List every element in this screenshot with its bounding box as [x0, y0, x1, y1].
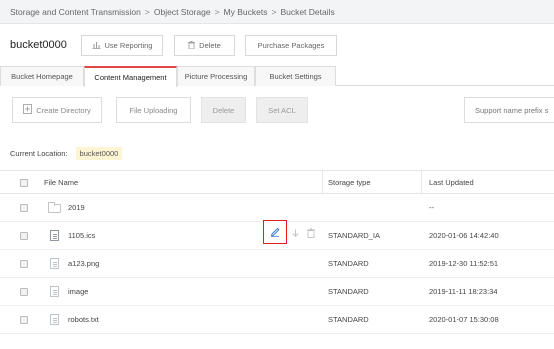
edit-button[interactable]: [263, 220, 287, 244]
breadcrumb-separator: >: [144, 6, 150, 17]
row-checkbox[interactable]: [20, 316, 28, 324]
select-all-checkbox[interactable]: [20, 179, 28, 187]
breadcrumb-item-object-storage[interactable]: Object Storage: [154, 7, 211, 17]
breadcrumb-item-bucket-details: Bucket Details: [280, 6, 335, 17]
row-checkbox[interactable]: [20, 260, 28, 268]
tab-label: Bucket Settings: [269, 72, 322, 81]
storage-type: STANDARD: [328, 315, 369, 324]
last-updated: --: [429, 203, 434, 212]
tab-bucket-settings[interactable]: Bucket Settings: [255, 66, 336, 86]
last-updated: 2019-12-30 11:52:51: [429, 259, 499, 268]
file-icon: [50, 314, 59, 325]
use-reporting-button[interactable]: Use Reporting: [81, 35, 163, 56]
file-name[interactable]: robots.txt: [68, 306, 99, 333]
column-divider: [421, 171, 422, 193]
file-uploading-button[interactable]: File Uploading: [116, 97, 191, 123]
current-location-chip[interactable]: bucket0000: [75, 147, 123, 160]
breadcrumb-separator: >: [214, 6, 220, 17]
file-name[interactable]: a123.png: [68, 250, 99, 277]
breadcrumb-item-my-buckets[interactable]: My Buckets: [224, 7, 268, 17]
storage-type: STANDARD: [328, 287, 369, 296]
tab-label: Bucket Homepage: [11, 72, 73, 81]
download-icon[interactable]: [291, 229, 300, 241]
last-updated: 2020-01-06 14:42:40: [429, 231, 499, 240]
current-location: Current Location: bucket0000: [10, 147, 123, 160]
column-header-last-updated[interactable]: Last Updated: [429, 171, 474, 193]
row-checkbox[interactable]: [20, 232, 28, 240]
file-name[interactable]: 1105.ics: [68, 222, 95, 249]
purchase-packages-button[interactable]: Purchase Packages: [245, 35, 337, 56]
last-updated: 2020-01-07 15:30:08: [429, 315, 499, 324]
storage-type: STANDARD: [328, 259, 369, 268]
file-icon: [50, 230, 59, 241]
file-name[interactable]: image: [68, 278, 88, 305]
folder-add-icon: [23, 104, 33, 116]
file-uploading-label: File Uploading: [129, 105, 178, 115]
tab-content-management[interactable]: Content Management: [84, 66, 177, 87]
table-header: File Name Storage type Last Updated: [0, 170, 554, 194]
tab-bar: Bucket Homepage Content Management Pictu…: [0, 66, 554, 87]
create-directory-label: Create Directory: [36, 105, 91, 115]
pencil-icon: [269, 225, 281, 239]
tab-picture-processing[interactable]: Picture Processing: [177, 66, 255, 86]
row-checkbox[interactable]: [20, 288, 28, 296]
trash-icon: [188, 40, 196, 51]
column-header-storage-type[interactable]: Storage type: [328, 171, 371, 193]
tab-label: Picture Processing: [184, 72, 248, 81]
file-name[interactable]: 2019: [68, 194, 85, 221]
search-input[interactable]: [464, 97, 554, 123]
delete-bucket-button[interactable]: Delete: [174, 35, 235, 56]
create-directory-button[interactable]: Create Directory: [12, 97, 102, 123]
storage-type: STANDARD_IA: [328, 231, 380, 240]
table-row[interactable]: robots.txt STANDARD 2020-01-07 15:30:08: [0, 306, 554, 334]
set-acl-label: Set ACL: [268, 105, 296, 115]
delete-bucket-label: Delete: [199, 41, 221, 50]
file-icon: [50, 258, 59, 269]
breadcrumb-separator: >: [271, 6, 277, 17]
table-row[interactable]: 2019 --: [0, 194, 554, 222]
chart-icon: [92, 41, 101, 51]
purchase-packages-label: Purchase Packages: [257, 41, 325, 50]
tab-label: Content Management: [94, 73, 167, 82]
row-checkbox[interactable]: [20, 204, 28, 212]
breadcrumb: Storage and Content Transmission > Objec…: [0, 0, 554, 24]
delete-button[interactable]: Delete: [201, 97, 246, 123]
set-acl-button[interactable]: Set ACL: [256, 97, 308, 123]
delete-label: Delete: [212, 105, 235, 115]
table-row[interactable]: image STANDARD 2019-11-11 18:23:34: [0, 278, 554, 306]
folder-icon: [48, 202, 61, 213]
use-reporting-label: Use Reporting: [104, 41, 153, 50]
current-location-label: Current Location:: [10, 149, 68, 158]
table-row[interactable]: a123.png STANDARD 2019-12-30 11:52:51: [0, 250, 554, 278]
trash-icon[interactable]: [307, 228, 315, 240]
column-divider: [322, 171, 323, 193]
file-icon: [50, 286, 59, 297]
column-header-file-name[interactable]: File Name: [44, 171, 78, 193]
breadcrumb-item-storage[interactable]: Storage and Content Transmission: [10, 7, 141, 17]
bucket-name: bucket0000: [10, 39, 67, 51]
last-updated: 2019-11-11 18:23:34: [429, 287, 498, 296]
tab-bucket-homepage[interactable]: Bucket Homepage: [0, 66, 84, 86]
